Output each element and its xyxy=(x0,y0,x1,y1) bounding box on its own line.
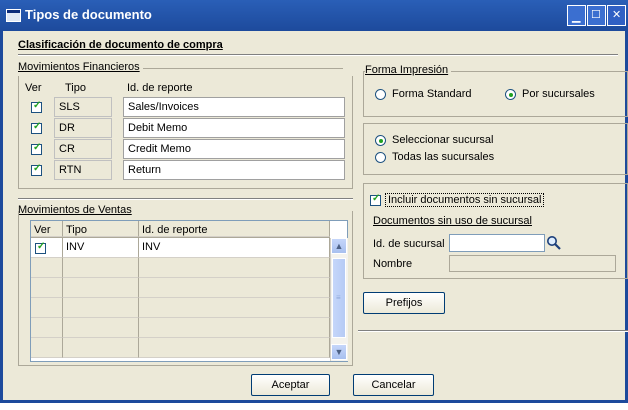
title-bar[interactable]: Tipos de documento ▁ ☐ ✕ xyxy=(0,0,628,31)
nombre-label: Nombre xyxy=(373,258,413,270)
financieros-frame xyxy=(18,76,353,189)
close-button[interactable]: ✕ xyxy=(607,5,626,26)
radio-seleccionar-sucursal-label: Seleccionar sucursal xyxy=(392,134,494,146)
radio-por-sucursales[interactable] xyxy=(505,89,516,100)
radio-forma-standard[interactable] xyxy=(375,89,386,100)
radio-por-sucursales-label: Por sucursales xyxy=(522,88,595,100)
minimize-button[interactable]: ▁ xyxy=(567,5,586,26)
sucursal-frame xyxy=(363,123,628,175)
sin-uso-sucursal-label: Documentos sin uso de sucursal xyxy=(373,215,532,227)
financieros-group-label: Movimientos Financieros xyxy=(18,61,143,73)
incluir-documentos-label: Incluir documentos sin sucursal xyxy=(385,193,545,207)
dialog-window: Tipos de documento ▁ ☐ ✕ Clasificación d… xyxy=(0,0,628,403)
dialog-body: Clasificación de documento de compra Mov… xyxy=(0,31,628,403)
window-title: Tipos de documento xyxy=(25,7,152,22)
right-divider xyxy=(358,330,628,332)
nombre-field xyxy=(449,255,616,272)
aceptar-button[interactable]: Aceptar xyxy=(251,374,330,396)
prefijos-button[interactable]: Prefijos xyxy=(363,292,445,314)
incluir-documentos-checkbox[interactable] xyxy=(370,193,381,206)
maximize-button[interactable]: ☐ xyxy=(587,5,606,26)
radio-seleccionar-sucursal[interactable] xyxy=(375,135,386,146)
impresion-group-label: Forma Impresión xyxy=(365,64,452,76)
close-icon: ✕ xyxy=(612,9,622,21)
minimize-icon: ▁ xyxy=(572,11,581,23)
radio-todas-sucursales-label: Todas las sucursales xyxy=(392,151,495,163)
window-icon xyxy=(6,9,21,22)
ventas-frame xyxy=(18,211,353,366)
radio-forma-standard-label: Forma Standard xyxy=(392,88,472,100)
lookup-search-icon[interactable] xyxy=(546,234,562,252)
maximize-icon: ☐ xyxy=(591,9,601,21)
radio-todas-sucursales[interactable] xyxy=(375,152,386,163)
header-divider xyxy=(18,54,618,56)
id-sucursal-label: Id. de sucursal xyxy=(373,238,445,250)
cancelar-button[interactable]: Cancelar xyxy=(353,374,434,396)
section-title: Clasificación de documento de compra xyxy=(18,39,223,51)
ventas-divider xyxy=(18,198,353,200)
id-sucursal-input[interactable] xyxy=(449,234,545,252)
